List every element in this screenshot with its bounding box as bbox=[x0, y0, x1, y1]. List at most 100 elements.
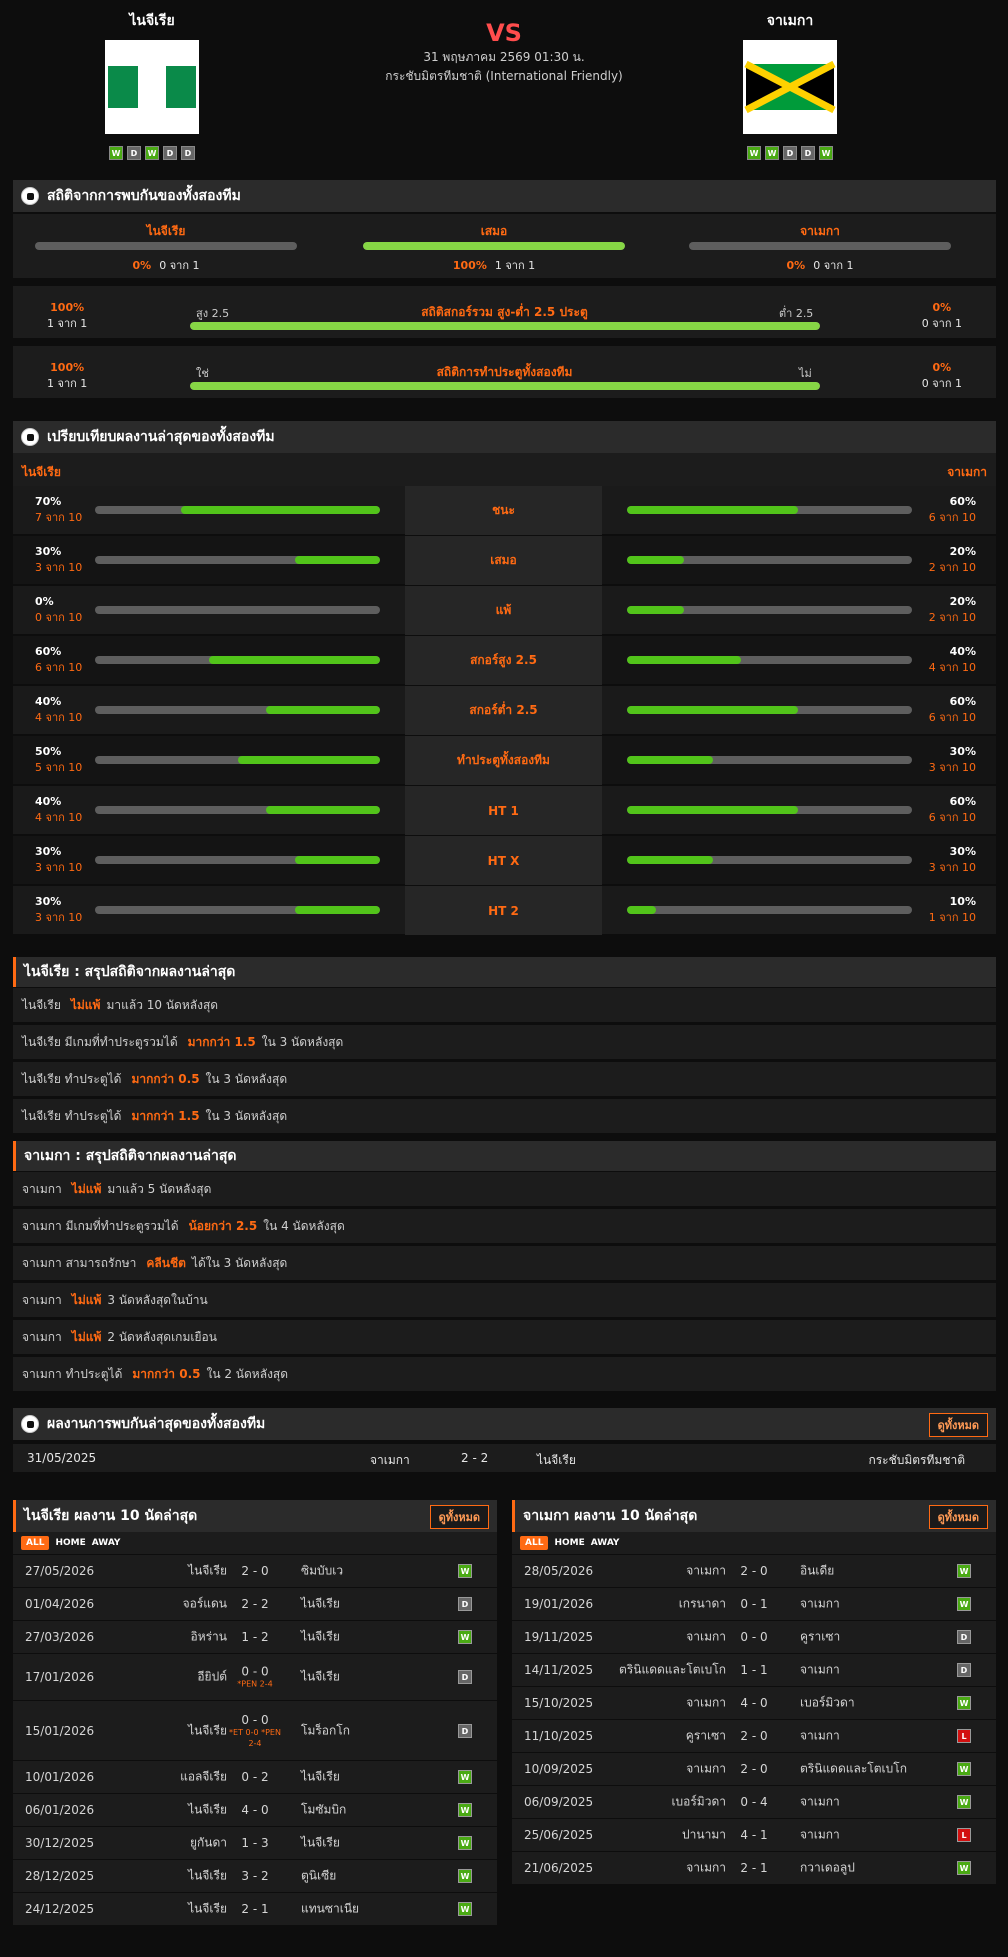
summary-suffix: ใน 3 นัดหลังสุด bbox=[205, 1108, 288, 1123]
summary-row: ไนจีเรีย ทำประตูได้ มากกว่า 1.5 ใน 3 นัดหล… bbox=[13, 1099, 996, 1133]
compare-row: 40% 4 จาก 10 HT 1 60% 6 จาก 10 bbox=[13, 786, 996, 835]
match-competition: กระชับมิตรทีมชาติ (International Friendl… bbox=[385, 69, 623, 83]
match-row[interactable]: 15/01/2026 ไนจีเรีย 0 - 0 *ET 0-0 *PEN 2-4 โ… bbox=[13, 1700, 497, 1760]
summary-row: จาเมกา สามารถรักษา คลีนชีต ได้ใน 3 นัดหลัง… bbox=[13, 1246, 996, 1280]
form-badge: D bbox=[181, 146, 195, 160]
compare-right-value: 10% 1 จาก 10 bbox=[929, 894, 976, 926]
match-row[interactable]: 27/03/2026 อิหร่าน 1 - 2 ไนจีเรีย W bbox=[13, 1620, 497, 1653]
away-view-all-button[interactable]: ดูทั้งหมด bbox=[928, 1505, 988, 1529]
summary-suffix: ใน 2 นัดหลังสุด bbox=[206, 1366, 289, 1381]
summary-text: จาเมกา bbox=[22, 1181, 62, 1196]
match-row[interactable]: 25/06/2025 ปานามา 4 - 1 จาเมกา L bbox=[512, 1818, 996, 1851]
btts-left-count: 1 จาก 1 bbox=[47, 377, 88, 390]
match-row[interactable]: 11/10/2025 คูราเซา 2 - 0 จาเมกา L bbox=[512, 1719, 996, 1752]
match-row[interactable]: 06/01/2026 ไนจีเรีย 4 - 0 โมซัมบิก W bbox=[13, 1793, 497, 1826]
h2h-col-pct: 0% bbox=[132, 259, 152, 272]
compare-left-value: 40% 4 จาก 10 bbox=[35, 694, 82, 726]
summary-highlight: มากกว่า 0.5 bbox=[132, 1366, 201, 1381]
match-away: แทนซาเนีย bbox=[301, 1901, 360, 1916]
match-row[interactable]: 27/05/2026 ไนจีเรีย 2 - 0 ซิมบับเว W bbox=[13, 1554, 497, 1587]
compare-right-count: 2 จาก 10 bbox=[928, 611, 976, 624]
match-score-value: 1 - 2 bbox=[241, 1630, 269, 1644]
compare-label: HT X bbox=[405, 836, 602, 885]
match-away: จาเมกา bbox=[800, 1728, 840, 1743]
match-home: ยูกันดา bbox=[189, 1835, 227, 1850]
tab-away[interactable]: AWAY bbox=[92, 1538, 121, 1548]
form-badge: D bbox=[783, 146, 797, 160]
match-away: ไนจีเรีย bbox=[301, 1835, 340, 1850]
tab-all[interactable]: ALL bbox=[21, 1536, 50, 1550]
h2h-col-label: ไนจีเรีย bbox=[146, 224, 186, 238]
home-form: WDWDD bbox=[52, 146, 252, 160]
compare-right-fill bbox=[627, 706, 798, 714]
compare-right-value: 40% 4 จาก 10 bbox=[929, 644, 976, 676]
tab-all[interactable]: ALL bbox=[520, 1536, 549, 1550]
nigeria-flag-icon bbox=[105, 40, 199, 134]
compare-right-count: 1 จาก 10 bbox=[928, 911, 976, 924]
match-row[interactable]: 15/10/2025 จาเมกา 4 - 0 เบอร์มิวดา W bbox=[512, 1686, 996, 1719]
match-row[interactable]: 28/12/2025 ไนจีเรีย 3 - 2 ตูนิเซีย W bbox=[13, 1859, 497, 1892]
match-row[interactable]: 01/04/2026 จอร์แดน 2 - 2 ไนจีเรีย D bbox=[13, 1587, 497, 1620]
btts-left-label: ใช่ bbox=[196, 367, 209, 380]
h2h-stats-title: สถิติจากการพบกันของทั้งสองทีม bbox=[47, 188, 241, 204]
tab-home[interactable]: HOME bbox=[55, 1538, 85, 1548]
summary-row: จาเมกา ไม่แพ้ 3 นัดหลังสุดในบ้าน bbox=[13, 1283, 996, 1317]
h2h-list-header: ผลงานการพบกันล่าสุดของทั้งสองทีม ดูทั้งห… bbox=[13, 1408, 996, 1440]
compare-left-pct: 40% bbox=[35, 695, 62, 708]
compare-right-value: 60% 6 จาก 10 bbox=[929, 694, 976, 726]
match-score: 0 - 0 *PEN 2-4 bbox=[225, 1665, 285, 1690]
summary-highlight: มากกว่า 1.5 bbox=[131, 1108, 200, 1123]
home-view-all-button[interactable]: ดูทั้งหมด bbox=[429, 1505, 489, 1529]
compare-label: เสมอ bbox=[405, 536, 602, 585]
btts-right-label: ไม่ bbox=[799, 367, 812, 380]
match-row[interactable]: 19/01/2026 เกรนาดา 0 - 1 จาเมกา W bbox=[512, 1587, 996, 1620]
match-home: จาเมกา bbox=[686, 1563, 726, 1578]
btts-bar bbox=[190, 382, 820, 390]
compare-right-count: 6 จาก 10 bbox=[928, 711, 976, 724]
match-row[interactable]: 21/06/2025 จาเมกา 2 - 1 กวาเดอลูป W bbox=[512, 1851, 996, 1884]
match-row[interactable]: 24/12/2025 ไนจีเรีย 2 - 1 แทนซาเนีย W bbox=[13, 1892, 497, 1925]
compare-right-pct: 60% bbox=[949, 795, 976, 808]
compare-left-count: 5 จาก 10 bbox=[35, 761, 83, 774]
match-row[interactable]: 14/11/2025 ตรินิแดดและโตเบโก 1 - 1 จาเมกา D bbox=[512, 1653, 996, 1686]
match-score: 4 - 1 bbox=[724, 1828, 784, 1842]
home-team[interactable]: ไนจีเรีย WDWDD bbox=[52, 10, 252, 160]
h2h-col-bar bbox=[689, 242, 951, 250]
match-row[interactable]: 10/09/2025 จาเมกา 2 - 0 ตรินิแดดและโตเบโก W bbox=[512, 1752, 996, 1785]
result-badge: W bbox=[458, 1869, 472, 1883]
match-score: 0 - 0 *ET 0-0 *PEN 2-4 bbox=[225, 1713, 285, 1749]
match-away: ซิมบับเว bbox=[301, 1563, 344, 1578]
match-date: 28/12/2025 bbox=[25, 1869, 95, 1883]
tab-home[interactable]: HOME bbox=[554, 1538, 584, 1548]
h2h-match-row[interactable]: 31/05/2025 จาเมกา 2 - 2 ไนจีเรีย กระชับมิตรท… bbox=[13, 1444, 996, 1472]
away-team[interactable]: จาเมกา WWDDW bbox=[690, 10, 890, 160]
summary-suffix: ใน 3 นัดหลังสุด bbox=[205, 1071, 288, 1086]
match-row[interactable]: 10/01/2026 แอลจีเรีย 0 - 2 ไนจีเรีย W bbox=[13, 1760, 497, 1793]
h2h-col-count: 1 จาก 1 bbox=[494, 259, 536, 272]
h2h-view-all-button[interactable]: ดูทั้งหมด bbox=[928, 1413, 988, 1437]
match-row[interactable]: 17/01/2026 อียิปต์ 0 - 0 *PEN 2-4 ไนจีเรีย D bbox=[13, 1653, 497, 1700]
match-home: ไนจีเรีย bbox=[188, 1563, 227, 1578]
compare-right-bar bbox=[627, 856, 912, 864]
compare-left-value: 30% 3 จาก 10 bbox=[35, 544, 82, 576]
h2h-away: ไนจีเรีย bbox=[537, 1453, 576, 1467]
btts-right-pct: 0% bbox=[932, 361, 952, 374]
away-tabs: ALL HOME AWAY bbox=[512, 1532, 996, 1554]
match-row[interactable]: 06/09/2025 เบอร์มิวดา 0 - 4 จาเมกา W bbox=[512, 1785, 996, 1818]
compare-right-value: 20% 2 จาก 10 bbox=[929, 544, 976, 576]
tab-away[interactable]: AWAY bbox=[591, 1538, 620, 1548]
match-row[interactable]: 19/11/2025 จาเมกา 0 - 0 คูราเซา D bbox=[512, 1620, 996, 1653]
h2h-col-fill bbox=[363, 242, 625, 250]
match-score: 0 - 2 bbox=[225, 1770, 285, 1784]
match-away: ตูนิเซีย bbox=[301, 1868, 337, 1883]
match-row[interactable]: 28/05/2026 จาเมกา 2 - 0 อินเดีย W bbox=[512, 1554, 996, 1587]
h2h-stats-header: สถิติจากการพบกันของทั้งสองทีม bbox=[13, 180, 996, 212]
compare-right-value: 30% 3 จาก 10 bbox=[929, 844, 976, 876]
match-row[interactable]: 30/12/2025 ยูกันดา 1 - 3 ไนจีเรีย W bbox=[13, 1826, 497, 1859]
compare-left-bar bbox=[95, 656, 380, 664]
over-right-count: 0 จาก 1 bbox=[921, 317, 962, 330]
match-score: 0 - 0 bbox=[724, 1630, 784, 1644]
away-summary-header: จาเมกา : สรุปสถิติจากผลงานล่าสุด bbox=[13, 1141, 996, 1171]
home-summary-header: ไนจีเรีย : สรุปสถิติจากผลงานล่าสุด bbox=[13, 957, 996, 987]
compare-left-bar bbox=[95, 706, 380, 714]
